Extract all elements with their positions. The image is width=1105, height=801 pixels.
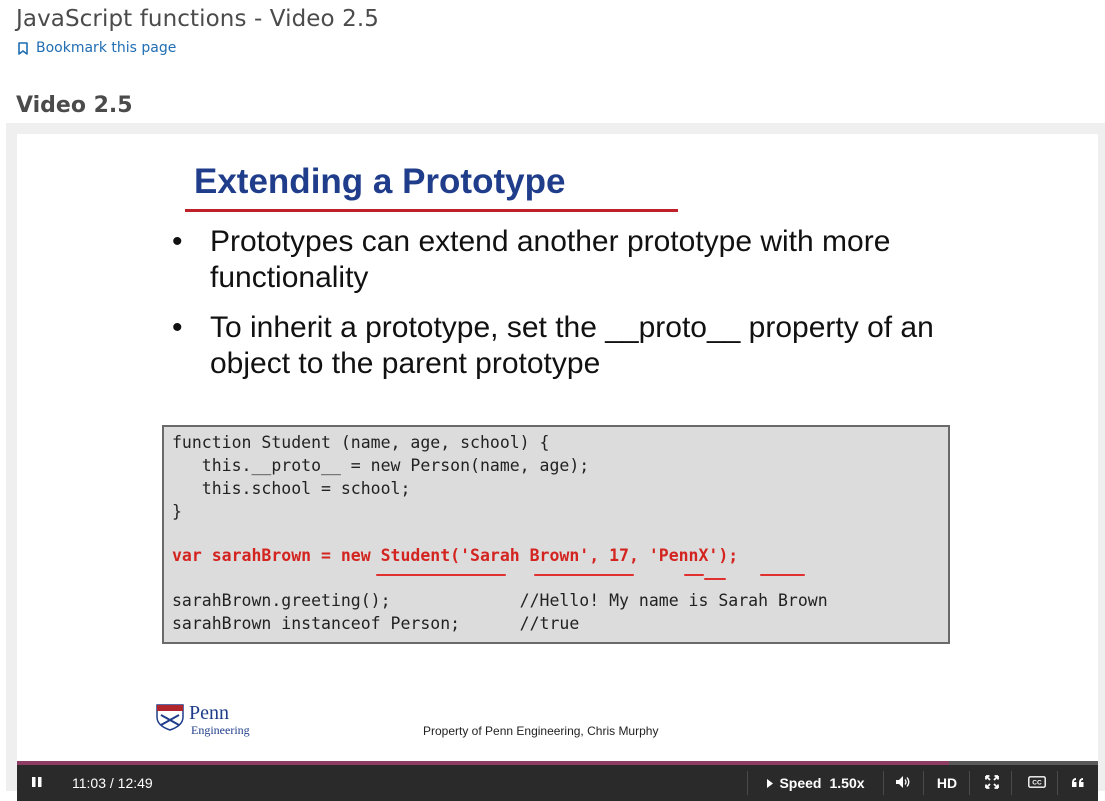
- slide-title: Extending a Prototype: [194, 162, 566, 201]
- divider: [1057, 771, 1058, 795]
- penn-shield-icon: [156, 704, 184, 731]
- code-line: function Student (name, age, school) {: [172, 433, 550, 452]
- speed-label: Speed: [779, 775, 822, 791]
- svg-text:CC: CC: [1032, 780, 1042, 787]
- fullscreen-button[interactable]: [975, 765, 1009, 801]
- video-frame[interactable]: Extending a Prototype Prototypes can ext…: [17, 134, 1098, 761]
- volume-button[interactable]: [885, 765, 921, 801]
- code-line: this.school = school;: [172, 479, 411, 498]
- player-controls: 11:03 / 12:49 Speed 1.50x HD CC: [17, 765, 1098, 801]
- annotation-underline: [704, 578, 726, 580]
- code-line: }: [172, 502, 182, 521]
- speed-button[interactable]: Speed 1.50x: [757, 765, 875, 801]
- bookmark-icon: [18, 41, 28, 55]
- transcript-button[interactable]: [1061, 765, 1095, 801]
- annotation-underline: [760, 574, 805, 576]
- video-player[interactable]: Extending a Prototype Prototypes can ext…: [6, 123, 1105, 801]
- annotation-underline: [534, 574, 634, 576]
- slide-bullets: Prototypes can extend another prototype …: [167, 224, 987, 396]
- speed-value: 1.50x: [829, 775, 865, 791]
- logo-text-sub: Engineering: [191, 723, 250, 737]
- divider: [747, 771, 748, 795]
- pause-icon: [31, 775, 43, 791]
- volume-icon: [895, 775, 911, 792]
- slide-copyright: Property of Penn Engineering, Chris Murp…: [423, 724, 659, 738]
- divider: [969, 771, 970, 795]
- slide-bullet: Prototypes can extend another prototype …: [167, 224, 987, 296]
- video-heading: Video 2.5: [16, 93, 133, 118]
- closed-captions-icon: CC: [1028, 775, 1046, 791]
- code-line: sarahBrown.greeting(); //Hello! My name …: [172, 591, 828, 610]
- annotation-underline: [684, 574, 704, 576]
- page-title: JavaScript functions - Video 2.5: [16, 6, 379, 32]
- time-display: 11:03 / 12:49: [72, 775, 153, 791]
- bookmark-label: Bookmark this page: [36, 40, 177, 56]
- code-line: this.__proto__ = new Person(name, age);: [172, 456, 590, 475]
- bookmark-button[interactable]: Bookmark this page: [18, 40, 176, 56]
- play-triangle-icon: [767, 775, 774, 791]
- code-line: sarahBrown instanceof Person; //true: [172, 614, 580, 633]
- divider: [1011, 771, 1012, 795]
- transcript-quote-icon: [1071, 775, 1085, 791]
- slide-bullet: To inherit a prototype, set the __proto_…: [167, 310, 987, 382]
- divider: [883, 771, 884, 795]
- code-line-highlight: var sarahBrown = new Student('Sarah Brow…: [172, 546, 739, 565]
- title-rule: [185, 209, 678, 212]
- annotation-underline: [376, 574, 506, 576]
- divider: [923, 771, 924, 795]
- closed-captions-button[interactable]: CC: [1019, 765, 1055, 801]
- hd-button[interactable]: HD: [927, 765, 967, 801]
- code-block: function Student (name, age, school) { t…: [162, 425, 950, 644]
- penn-engineering-logo: Penn Engineering: [155, 703, 250, 737]
- fullscreen-icon: [985, 774, 999, 792]
- logo-text-main: Penn: [189, 702, 229, 724]
- pause-button[interactable]: [23, 765, 51, 801]
